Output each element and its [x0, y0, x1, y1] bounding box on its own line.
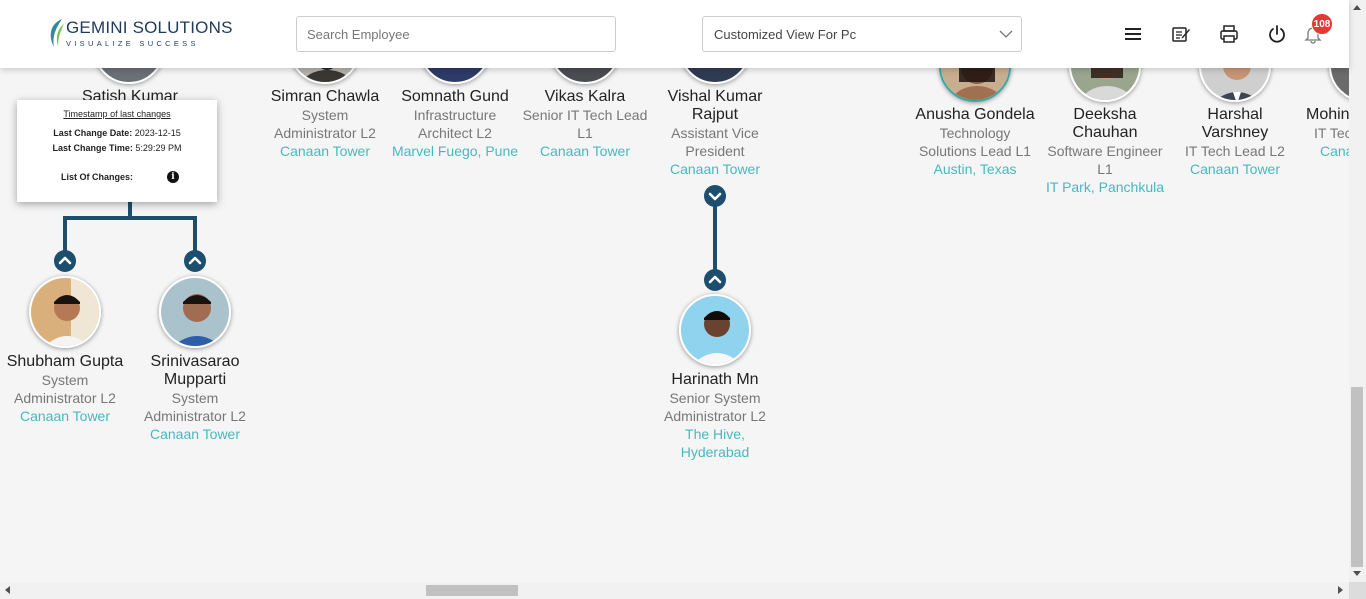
employee-name: Shubham Gupta [6, 353, 124, 370]
logo-title: GEMINI SOLUTIONS [66, 18, 233, 37]
list-of-changes-label: List Of Changes: [60, 172, 133, 182]
employee-name: Srinivasarao Mupparti [150, 353, 240, 388]
view-select-value: Customized View For Pc [714, 27, 857, 42]
scroll-right-arrow-icon[interactable] [1338, 586, 1343, 594]
employee-name: Harshal Varshney [1201, 106, 1269, 141]
employee-card-mohin[interactable]: Mohin IT Tec Cana [1306, 106, 1349, 160]
power-icon[interactable] [1267, 24, 1287, 44]
employee-title: Software Engineer L1 [1047, 143, 1163, 177]
org-chart-viewport[interactable]: Satish Kumar Simran Chawla System Admini… [0, 0, 1349, 582]
list-of-changes-row: List Of Changes: [17, 172, 177, 182]
expand-toggle-icon[interactable] [704, 185, 726, 207]
view-select[interactable]: Customized View For Pc [702, 16, 1022, 52]
employee-location: Marvel Fuego, Pune [391, 143, 519, 159]
employee-location: Canaan Tower [539, 143, 631, 159]
notification-count-badge[interactable]: 108 [1311, 13, 1333, 35]
edit-note-icon[interactable] [1171, 24, 1191, 44]
scroll-down-arrow-icon[interactable] [1353, 571, 1361, 576]
vertical-scrollbar[interactable] [1349, 0, 1366, 582]
employee-card-simran-chawla[interactable]: Simran Chawla System Administrator L2 Ca… [260, 88, 390, 160]
employee-name: Harinath Mn [671, 371, 759, 388]
employee-card-anusha-gondela[interactable]: Anusha Gondela Technology Solutions Lead… [910, 106, 1040, 178]
org-chart-canvas: Satish Kumar Simran Chawla System Admini… [0, 0, 1349, 582]
employee-title: Assistant Vice President [671, 125, 759, 159]
search-employee-input[interactable] [296, 16, 616, 52]
menu-icon[interactable] [1123, 24, 1143, 44]
employee-title: IT Tec [1314, 125, 1349, 141]
employee-location: The Hive, Hyderabad [680, 426, 750, 460]
employee-card-srinivasarao-mupparti[interactable]: Srinivasarao Mupparti System Administrat… [130, 353, 260, 443]
employee-name: Anusha Gondela [915, 106, 1035, 123]
logo-subtitle: VISUALIZE SUCCESS [66, 39, 199, 48]
employee-location: Canaan Tower [19, 408, 111, 424]
employee-location: Canaan Tower [279, 143, 371, 159]
connector-line [713, 205, 717, 271]
employee-name: Vishal Kumar Rajput [667, 88, 763, 123]
last-change-time-label: Last Change Time: [52, 143, 133, 153]
employee-title: Senior IT Tech Lead L1 [522, 107, 648, 141]
employee-title: System Administrator L2 [14, 372, 116, 406]
connector-line [63, 216, 197, 220]
last-change-date-row: Last Change Date: 2023-12-15 [17, 128, 217, 138]
employee-location: Canaan Tower [1189, 161, 1281, 177]
collapse-toggle-icon[interactable] [704, 269, 726, 291]
employee-location: Canaan Tower [669, 161, 761, 177]
company-logo[interactable]: GEMINI SOLUTIONS VISUALIZE SUCCESS [46, 16, 232, 52]
collapse-toggle-icon[interactable] [54, 250, 76, 272]
collapse-toggle-icon[interactable] [184, 250, 206, 272]
last-change-time-value: 5:29:29 PM [135, 143, 182, 153]
connector-line [63, 216, 67, 252]
employee-location: Austin, Texas [933, 161, 1017, 177]
scroll-up-arrow-icon[interactable] [1353, 5, 1361, 10]
employee-name: Mohin [1306, 106, 1349, 123]
last-change-date-value: 2023-12-15 [134, 128, 181, 138]
scroll-left-arrow-icon[interactable] [5, 586, 10, 594]
last-change-time-row: Last Change Time: 5:29:29 PM [17, 143, 217, 153]
vertical-scroll-thumb[interactable] [1351, 387, 1363, 567]
leaf-logo-icon [50, 19, 64, 47]
employee-card-vikas-kalra[interactable]: Vikas Kalra Senior IT Tech Lead L1 Canaa… [520, 88, 650, 160]
avatar[interactable] [679, 294, 751, 366]
employee-title: Technology Solutions Lead L1 [918, 125, 1032, 159]
employee-card-somnath-gund[interactable]: Somnath Gund Infrastructure Architect L2… [390, 88, 520, 160]
employee-name: Simran Chawla [270, 88, 380, 105]
info-icon[interactable]: i [167, 171, 179, 183]
employee-location: Cana [1320, 143, 1349, 159]
employee-card-harinath-mn[interactable]: Harinath Mn Senior System Administrator … [650, 371, 780, 461]
employee-title: System Administrator L2 [274, 107, 376, 141]
employee-title: IT Tech Lead L2 [1185, 143, 1285, 159]
top-header: GEMINI SOLUTIONS VISUALIZE SUCCESS Custo… [0, 0, 1349, 68]
employee-card-vishal-kumar-rajput[interactable]: Vishal Kumar Rajput Assistant Vice Presi… [650, 88, 780, 178]
scrollbar-corner [1349, 582, 1366, 599]
employee-card-deeksha-chauhan[interactable]: Deeksha Chauhan Software Engineer L1 IT … [1040, 106, 1170, 196]
connector-line [193, 216, 197, 252]
chevron-down-icon [999, 30, 1013, 38]
change-timestamp-tooltip: Timestamp of last changes Last Change Da… [17, 100, 217, 202]
employee-title: System Administrator L2 [144, 390, 246, 424]
employee-card-harshal-varshney[interactable]: Harshal Varshney IT Tech Lead L2 Canaan … [1170, 106, 1300, 178]
horizontal-scrollbar[interactable] [0, 582, 1349, 599]
employee-name: Vikas Kalra [544, 88, 626, 105]
employee-title: Senior System Administrator L2 [664, 390, 766, 424]
avatar[interactable] [29, 276, 101, 348]
employee-card-shubham-gupta[interactable]: Shubham Gupta System Administrator L2 Ca… [0, 353, 130, 425]
employee-location: IT Park, Panchkula [1045, 179, 1165, 195]
employee-location: Canaan Tower [149, 426, 241, 442]
last-change-date-label: Last Change Date: [53, 128, 133, 138]
horizontal-scroll-thumb[interactable] [426, 585, 518, 596]
employee-name: Somnath Gund [401, 88, 509, 105]
tooltip-heading: Timestamp of last changes [63, 109, 171, 119]
employee-name: Deeksha Chauhan [1072, 106, 1138, 141]
print-icon[interactable] [1219, 24, 1239, 44]
employee-title: Infrastructure Architect L2 [413, 107, 497, 141]
avatar[interactable] [159, 276, 231, 348]
